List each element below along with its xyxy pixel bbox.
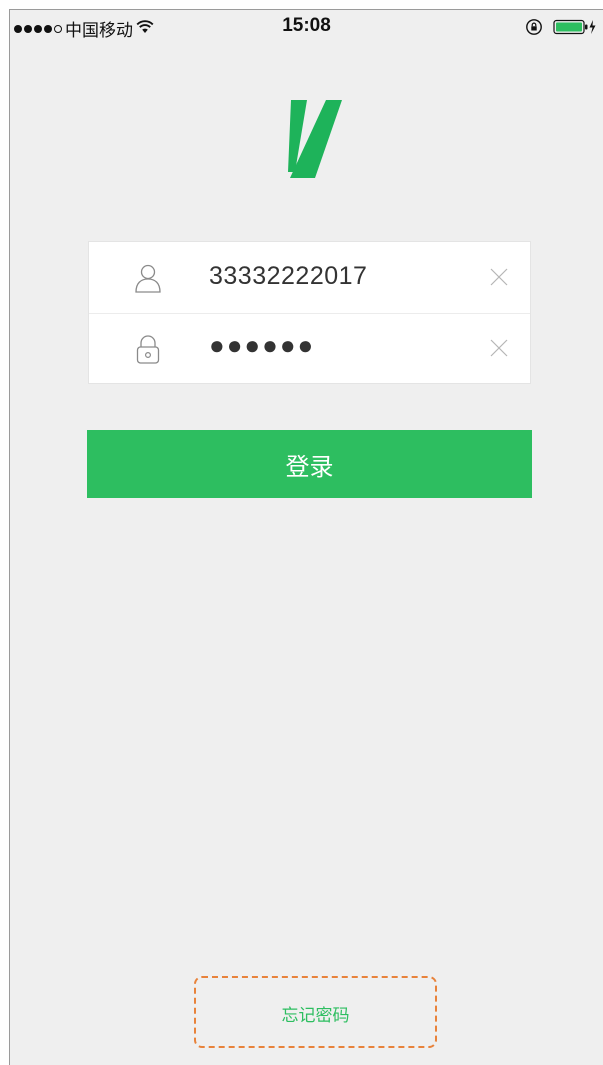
lock-icon [133, 333, 163, 369]
v-logo-icon [288, 100, 342, 178]
account-row: 33332222017 [89, 242, 530, 314]
forgot-password-highlight: 忘记密码 [194, 976, 437, 1048]
app-logo [281, 100, 345, 184]
account-input[interactable]: 33332222017 [209, 262, 367, 291]
status-time: 15:08 [282, 15, 331, 36]
login-screen: 中国移动 15:08 33332222017 ●●●●●● 登录 忘记密码 [9, 9, 603, 1065]
password-input[interactable]: ●●●●●● [209, 330, 315, 361]
status-bar-right [525, 18, 597, 41]
login-form: 33332222017 ●●●●●● [88, 241, 531, 384]
clear-account-icon[interactable] [490, 268, 508, 290]
forgot-password-link[interactable]: 忘记密码 [196, 1001, 435, 1026]
status-bar: 中国移动 15:08 [10, 10, 603, 44]
login-button[interactable]: 登录 [87, 430, 532, 498]
clear-password-icon[interactable] [490, 339, 508, 361]
password-row: ●●●●●● [89, 313, 530, 384]
user-icon [133, 262, 163, 298]
charging-icon [589, 20, 596, 34]
orientation-lock-icon [525, 18, 543, 41]
battery-icon [553, 18, 597, 41]
